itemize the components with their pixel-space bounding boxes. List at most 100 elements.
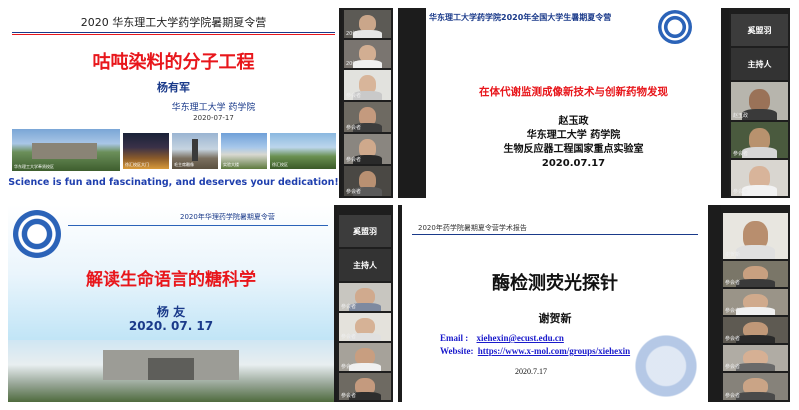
photo-caption: 实验大楼 — [223, 162, 239, 167]
meeting-panel-4: 2020年药学院暑期夏令营学术报告 酶检测荧光探针 谢贺新 Email : xi… — [398, 205, 790, 402]
slide-1-affiliation: 华东理工大学 药学院 — [171, 103, 256, 113]
slide-1: 2020 华东理工大学药学院暑期夏令营 咕吨染料的分子工程 杨有军 华东理工大学… — [8, 8, 339, 198]
slide-1-date: 2020-07-17 — [193, 114, 234, 122]
slide-3-speaker: 杨 友 — [156, 305, 186, 319]
website-row: Website: https://www.x-mol.com/groups/xi… — [440, 346, 630, 356]
campus-photo: 实验大楼 — [221, 133, 267, 169]
video-tile[interactable]: 参会者 — [339, 343, 391, 371]
participant-name: 参会者 — [346, 93, 362, 99]
video-strip-4[interactable]: 谢贺新 参会者 参会者 参会者 参会者 参会者 — [721, 205, 790, 402]
meeting-panel-3: 2020年华理药学院暑期夏令营 解读生命语言的糖科学 杨 友 2020. 07.… — [8, 205, 393, 402]
video-tile[interactable]: 谢贺新 — [723, 213, 788, 259]
header-underline — [12, 32, 335, 33]
video-tile[interactable]: 参会者 — [723, 289, 788, 315]
email-label: Email : — [440, 333, 469, 343]
participant-name: 参会者 — [346, 125, 362, 131]
video-tile[interactable]: 赵玉政 — [731, 82, 788, 120]
photo-caption: 毛主席雕像 — [174, 162, 194, 167]
video-strip-1[interactable]: 20级... 20级... 参会者 参会者 参会者 参会者 — [342, 8, 393, 198]
participant-body — [736, 245, 775, 259]
header-underline-red — [12, 34, 335, 35]
participant-name: 谢贺新 — [725, 252, 741, 258]
slide-3-header: 2020年华理药学院暑期夏令营 — [180, 213, 275, 221]
video-tile[interactable]: 参会者 — [723, 317, 788, 343]
participant-body — [736, 307, 775, 315]
slide-4: 2020年药学院暑期夏令营学术报告 酶检测荧光探针 谢贺新 Email : xi… — [402, 205, 708, 402]
header-rule — [412, 234, 698, 235]
video-tile[interactable]: 参会者 — [723, 261, 788, 287]
participant-name: 参会者 — [733, 189, 749, 195]
host-label-tile[interactable]: 主持人 — [339, 249, 391, 281]
header-rule — [68, 225, 328, 226]
video-tile[interactable]: 20级... — [344, 40, 391, 68]
participant-body — [736, 279, 775, 287]
video-tile[interactable]: 参会者 — [339, 373, 391, 400]
video-strip-2[interactable]: 奚盟羽 主持人 赵玉政 参会者 参会者 — [729, 8, 790, 198]
video-tile[interactable]: 参会者 — [339, 313, 391, 341]
slide-2: 华东理工大学药学院2020年全国大学生暑期夏令营 在体代谢监测成像新技术与创新药… — [426, 8, 721, 198]
video-tile[interactable]: 参会者 — [344, 166, 391, 196]
photo-caption: 徐汇校区大门 — [125, 162, 149, 167]
slide-2-date: 2020.07.17 — [541, 158, 606, 169]
participant-name: 参会者 — [725, 308, 741, 314]
participant-body — [736, 391, 775, 400]
slide-2-title: 在体代谢监测成像新技术与创新药物发现 — [479, 86, 668, 98]
participant-body — [736, 363, 775, 371]
slide-3-date: 2020. 07. 17 — [128, 319, 214, 333]
website-link[interactable]: https://www.x-mol.com/groups/xiehexin — [478, 346, 630, 356]
slide-1-speaker: 杨有军 — [157, 81, 190, 94]
participant-name: 参会者 — [733, 151, 749, 157]
meeting-panel-2: 华东理工大学药学院2020年全国大学生暑期夏令营 在体代谢监测成像新技术与创新药… — [398, 8, 790, 198]
campus-photo: 徐汇校区 — [270, 133, 336, 169]
campus-gate-image — [8, 340, 334, 402]
participant-name: 参会者 — [725, 336, 741, 342]
campus-photo: 华东理工大学奉贤校区 — [12, 129, 120, 171]
video-tile[interactable]: 参会者 — [723, 345, 788, 371]
participant-name: 20级... — [346, 31, 363, 37]
slide-4-header: 2020年药学院暑期夏令营学术报告 — [418, 224, 527, 232]
video-tile[interactable]: 20级... — [344, 10, 391, 38]
slide-4-date: 2020.7.17 — [515, 367, 547, 376]
slide-2-affiliation: 华东理工大学 药学院 — [526, 130, 621, 141]
participant-name: 参会者 — [341, 334, 357, 340]
participant-body — [736, 335, 775, 343]
video-strip-3[interactable]: 奚盟羽 主持人 参会者 参会者 参会者 参会者 — [337, 205, 393, 402]
participant-name: 参会者 — [346, 189, 362, 195]
video-tile[interactable]: 参会者 — [731, 160, 788, 196]
participant-name: 参会者 — [725, 364, 741, 370]
slide-1-header: 2020 华东理工大学药学院暑期夏令营 — [80, 16, 267, 29]
meeting-panel-1: 2020 华东理工大学药学院暑期夏令营 咕吨染料的分子工程 杨有军 华东理工大学… — [8, 8, 393, 198]
website-label: Website: — [440, 346, 474, 356]
video-tile[interactable]: 参会者 — [731, 122, 788, 158]
video-tile[interactable]: 参会者 — [339, 283, 391, 311]
university-logo — [658, 10, 692, 44]
slide-1-motto: Science is fun and fascinating, and dese… — [8, 177, 339, 188]
photo-caption: 华东理工大学奉贤校区 — [14, 164, 54, 169]
university-logo-watermark — [620, 320, 708, 402]
video-tile[interactable]: 参会者 — [344, 70, 391, 100]
photo-caption: 徐汇校区 — [272, 162, 288, 167]
participant-name: 参会者 — [725, 393, 741, 399]
participant-name: 参会者 — [725, 280, 741, 286]
campus-photo: 徐汇校区大门 — [123, 133, 169, 169]
slide-1-title: 咕吨染料的分子工程 — [92, 52, 255, 73]
video-tile[interactable]: 参会者 — [344, 102, 391, 132]
slide-2-speaker: 赵玉政 — [558, 116, 589, 127]
participant-name: 参会者 — [341, 393, 357, 399]
university-logo — [13, 210, 61, 258]
slide-3-title: 解读生命语言的糖科学 — [86, 270, 256, 290]
participant-name-tile[interactable]: 奚盟羽 — [731, 14, 788, 46]
video-tile[interactable]: 参会者 — [723, 373, 788, 400]
participant-name: 参会者 — [346, 157, 362, 163]
host-label-tile[interactable]: 主持人 — [731, 48, 788, 80]
video-tile[interactable]: 参会者 — [344, 134, 391, 164]
participant-name-tile[interactable]: 奚盟羽 — [339, 215, 391, 247]
slide-4-title: 酶检测荧光探针 — [492, 273, 618, 294]
email-link[interactable]: xiehexin@ecust.edu.cn — [477, 333, 564, 343]
participant-name: 参会者 — [341, 364, 357, 370]
participant-name: 赵玉政 — [733, 113, 749, 119]
email-row: Email : xiehexin@ecust.edu.cn — [440, 333, 564, 343]
participant-name: 20级... — [346, 61, 363, 67]
campus-photo: 毛主席雕像 — [172, 133, 218, 169]
slide-3: 2020年华理药学院暑期夏令营 解读生命语言的糖科学 杨 友 2020. 07.… — [8, 205, 334, 402]
